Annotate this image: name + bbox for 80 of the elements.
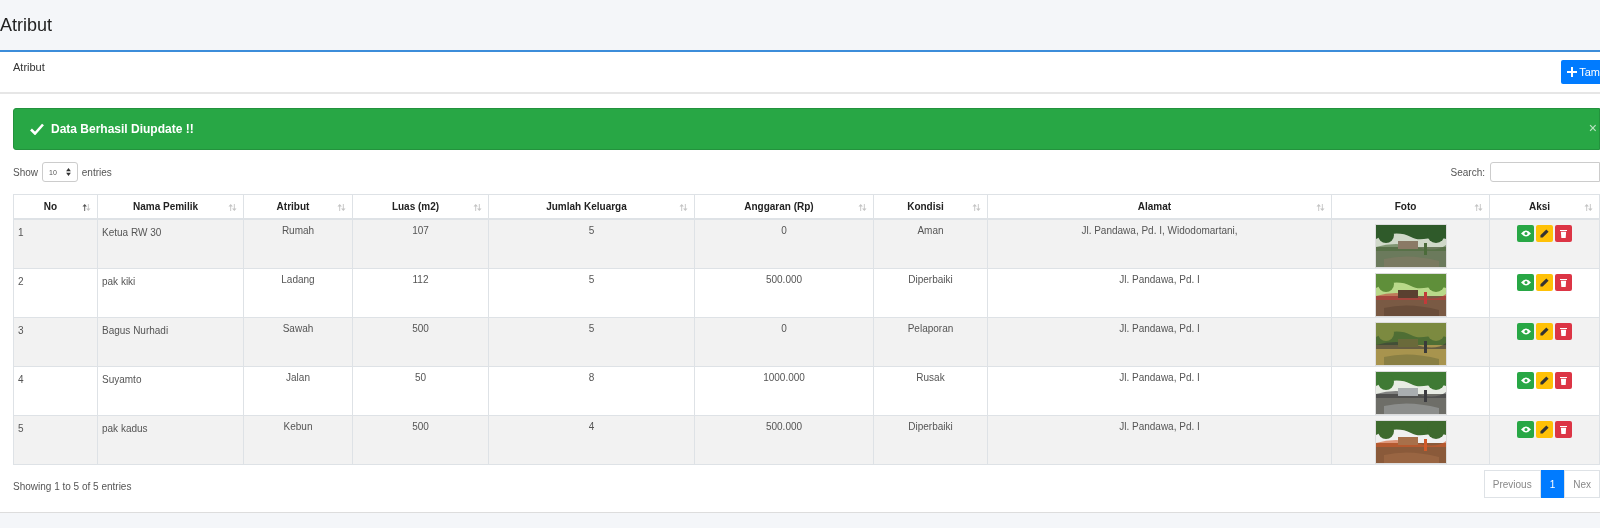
- trash-icon: [1560, 278, 1567, 287]
- table-cell: Bagus Nurhadi: [102, 325, 169, 336]
- delete-button[interactable]: [1555, 323, 1572, 340]
- table-cell: 5: [588, 323, 595, 334]
- table-cell: 5: [588, 274, 595, 285]
- edit-button[interactable]: [1536, 421, 1553, 438]
- table-cell: Jl. Pandawa, Pd. I: [1119, 421, 1200, 432]
- table-cell: Rusak: [916, 372, 945, 383]
- table-cell: Rumah: [281, 225, 315, 236]
- add-button[interactable]: Tam: [1561, 60, 1600, 84]
- table-cell: 500.000: [765, 421, 803, 432]
- table-cell: pak kadus: [102, 423, 148, 434]
- table-cell: 4: [18, 374, 24, 385]
- pencil-icon: [1540, 327, 1549, 336]
- table-cell: 500.000: [765, 274, 803, 285]
- table-cell: 4: [588, 421, 595, 432]
- eye-icon: [1520, 230, 1531, 237]
- edit-button[interactable]: [1536, 372, 1553, 389]
- table-cell: 1000.000: [763, 372, 805, 383]
- eye-icon: [1520, 426, 1531, 433]
- search-label: Search:: [1450, 166, 1485, 178]
- table-cell: 1: [18, 227, 24, 238]
- table-cell: 5: [18, 423, 24, 434]
- table-cell: Diperbaiki: [908, 274, 953, 285]
- table-cell: pak kiki: [102, 276, 136, 287]
- table-cell: 500: [412, 323, 429, 334]
- table-cell: Aman: [917, 225, 944, 236]
- updown-icon: [65, 168, 71, 176]
- plus-icon: [1567, 67, 1578, 77]
- table-cell: 107: [412, 225, 429, 236]
- table-cell: Ladang: [281, 274, 315, 285]
- delete-button[interactable]: [1555, 421, 1572, 438]
- pencil-icon: [1540, 229, 1549, 238]
- table-cell: 112: [412, 274, 429, 285]
- entries-info: Showing 1 to 5 of 5 entries: [13, 480, 132, 492]
- page-link[interactable]: Previous: [1483, 470, 1541, 498]
- table-cell: 8: [588, 372, 595, 383]
- pencil-icon: [1540, 425, 1549, 434]
- pencil-icon: [1540, 278, 1549, 287]
- trash-icon: [1560, 376, 1567, 385]
- delete-button[interactable]: [1555, 274, 1572, 291]
- table-cell: 2: [18, 276, 24, 287]
- eye-icon: [1520, 279, 1531, 286]
- card-title: Atribut: [13, 61, 45, 73]
- table-cell: 0: [781, 323, 787, 334]
- table-cell: Jalan: [286, 372, 310, 383]
- delete-button[interactable]: [1555, 225, 1572, 242]
- show-label: Show: [13, 166, 38, 178]
- table-cell: Pelaporan: [907, 323, 954, 334]
- table-cell: 500: [412, 421, 429, 432]
- check-icon: [30, 123, 44, 135]
- trash-icon: [1560, 229, 1567, 238]
- table-cell: Suyamto: [102, 374, 142, 385]
- eye-icon: [1520, 377, 1531, 384]
- table-cell: Jl. Pandawa, Pd. I, Widodomartani,: [1081, 225, 1238, 236]
- table-cell: Kebun: [283, 421, 313, 432]
- table-cell: Ketua RW 30: [102, 227, 162, 238]
- alert-message: Data Berhasil Diupdate !!: [51, 122, 194, 136]
- table-cell: Jl. Pandawa, Pd. I: [1119, 274, 1200, 285]
- edit-button[interactable]: [1536, 225, 1553, 242]
- eye-icon: [1520, 328, 1531, 335]
- edit-button[interactable]: [1536, 323, 1553, 340]
- page-link[interactable]: 1: [1540, 470, 1565, 498]
- edit-button[interactable]: [1536, 274, 1553, 291]
- table-cell: Jl. Pandawa, Pd. I: [1119, 372, 1200, 383]
- search-field[interactable]: [1490, 162, 1600, 182]
- table-cell: 5: [588, 225, 595, 236]
- entries-label: entries: [81, 166, 112, 178]
- delete-button[interactable]: [1555, 372, 1572, 389]
- page-title: Atribut: [0, 14, 53, 36]
- trash-icon: [1560, 327, 1567, 336]
- trash-icon: [1560, 425, 1567, 434]
- table-cell: Jl. Pandawa, Pd. I: [1119, 323, 1200, 334]
- table-cell: Sawah: [282, 323, 314, 334]
- table-cell: 50: [414, 372, 427, 383]
- pencil-icon: [1540, 376, 1549, 385]
- page-link[interactable]: Nex: [1564, 470, 1600, 498]
- table-cell: 3: [18, 325, 24, 336]
- table-cell: Diperbaiki: [908, 421, 953, 432]
- table-cell: 0: [781, 225, 787, 236]
